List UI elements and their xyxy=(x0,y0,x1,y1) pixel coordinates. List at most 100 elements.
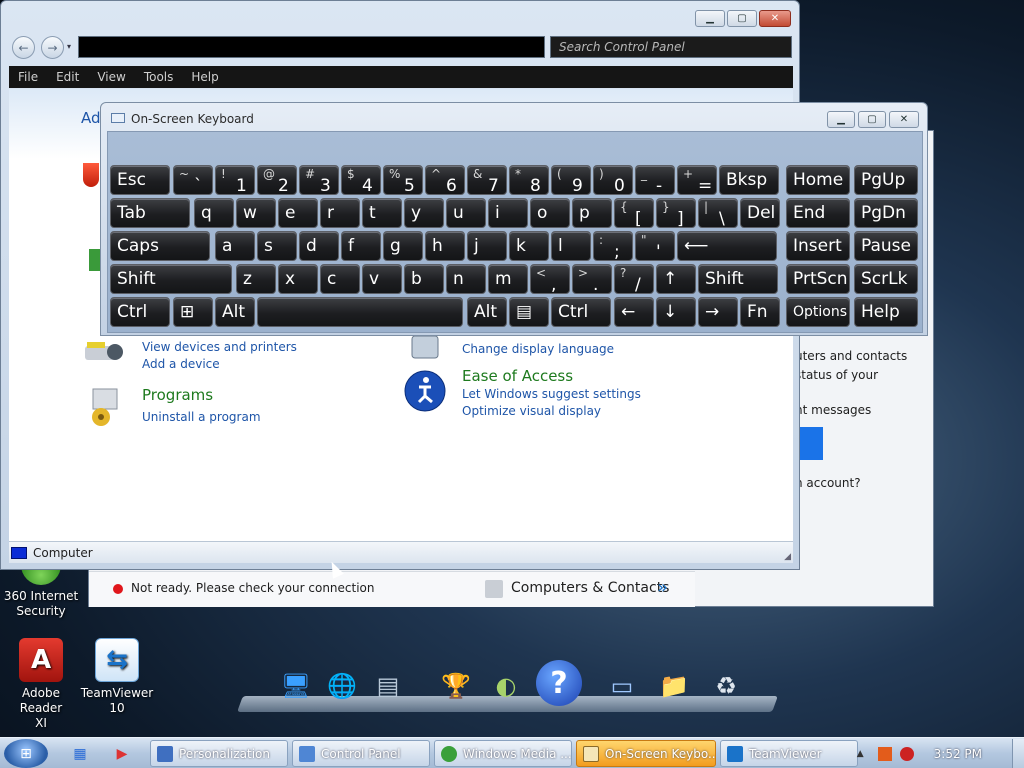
key-n[interactable]: n xyxy=(446,264,486,294)
task-personalization[interactable]: Personalization xyxy=(150,740,288,767)
key-←[interactable]: ← xyxy=(614,297,654,327)
menu-edit[interactable]: Edit xyxy=(47,70,88,84)
key-f[interactable]: f xyxy=(341,231,381,261)
key-b[interactable]: b xyxy=(404,264,444,294)
key-home[interactable]: Home xyxy=(786,165,850,195)
key-p[interactable]: p xyxy=(572,198,612,228)
key-pgdn[interactable]: PgDn xyxy=(854,198,918,228)
clock[interactable]: 3:52 PM xyxy=(934,747,982,761)
key-alt[interactable]: Alt xyxy=(467,297,507,327)
help-icon[interactable]: ? xyxy=(536,660,582,706)
ease-of-access-title[interactable]: Ease of Access xyxy=(462,367,573,385)
task-on-screen-keyboard[interactable]: On-Screen Keybo... xyxy=(576,740,716,767)
key-alt[interactable]: Alt xyxy=(215,297,255,327)
uninstall-program-link[interactable]: Uninstall a program xyxy=(142,410,261,424)
back-button[interactable]: ← xyxy=(12,36,35,59)
explorer-quick-icon[interactable]: ▦ xyxy=(70,744,90,764)
close-button[interactable]: ✕ xyxy=(759,10,791,27)
osk-minimize-button[interactable]: ▁ xyxy=(827,111,855,128)
key-→[interactable]: → xyxy=(698,297,738,327)
key-4[interactable]: $4 xyxy=(341,165,381,195)
key-q[interactable]: q xyxy=(194,198,234,228)
desktop-icon-adobe-reader[interactable]: A Adobe Reader XI xyxy=(0,638,82,731)
key-2[interactable]: @2 xyxy=(257,165,297,195)
key-\[interactable]: | \ xyxy=(698,198,738,228)
key-m[interactable]: m xyxy=(488,264,528,294)
key-h[interactable]: h xyxy=(425,231,465,261)
teamviewer-text[interactable]: n account? xyxy=(795,476,861,490)
osk-close-button[interactable]: ✕ xyxy=(889,111,919,128)
key-bksp[interactable]: Bksp xyxy=(719,165,779,195)
key-pause[interactable]: Pause xyxy=(854,231,918,261)
key-tab[interactable]: Tab xyxy=(110,198,190,228)
menu-file[interactable]: File xyxy=(9,70,47,84)
address-bar[interactable] xyxy=(78,36,545,58)
key-y[interactable]: y xyxy=(404,198,444,228)
key-`[interactable]: ~ ` xyxy=(173,165,213,195)
folder-icon[interactable]: 📁 xyxy=(654,666,694,706)
osk-maximize-button[interactable]: ▢ xyxy=(858,111,886,128)
forward-button[interactable]: → xyxy=(41,36,64,59)
desktop-icon-360[interactable]: 360 Internet Security xyxy=(0,565,82,619)
key-6[interactable]: ^ 6 xyxy=(425,165,465,195)
key-[[interactable]: {[ xyxy=(614,198,654,228)
key-.[interactable]: >. xyxy=(572,264,612,294)
key-prtscn[interactable]: PrtScn xyxy=(786,264,850,294)
key-⟵[interactable]: ⟵ xyxy=(677,231,777,261)
key-shift[interactable]: Shift xyxy=(110,264,232,294)
tray-app-icon[interactable] xyxy=(877,746,892,761)
key-e[interactable]: e xyxy=(278,198,318,228)
key-esc[interactable]: Esc xyxy=(110,165,170,195)
key-z[interactable]: z xyxy=(236,264,276,294)
key-k[interactable]: k xyxy=(509,231,549,261)
show-hidden-icons-chevron[interactable]: ▲ xyxy=(857,749,864,759)
task-control-panel[interactable]: Control Panel xyxy=(292,740,430,767)
media-player-quick-icon[interactable]: ▶ xyxy=(112,744,132,764)
menu-tools[interactable]: Tools xyxy=(135,70,183,84)
menu-view[interactable]: View xyxy=(88,70,134,84)
resize-grip-icon[interactable]: ◢ xyxy=(784,552,791,562)
show-desktop-button[interactable] xyxy=(1012,739,1024,768)
document-list-icon[interactable]: ▤ xyxy=(368,666,408,706)
key-w[interactable]: w xyxy=(236,198,276,228)
key-⊞[interactable]: ⊞ xyxy=(173,297,213,327)
key-u[interactable]: u xyxy=(446,198,486,228)
key-5[interactable]: % 5 xyxy=(383,165,423,195)
key-insert[interactable]: Insert xyxy=(786,231,850,261)
task-teamviewer[interactable]: TeamViewer xyxy=(720,740,858,767)
monitor-icon[interactable]: 🖥 xyxy=(276,666,316,706)
task-windows-media[interactable]: Windows Media ... xyxy=(434,740,572,767)
key-options[interactable]: Options xyxy=(786,297,850,327)
programs-title[interactable]: Programs xyxy=(142,386,213,404)
start-button[interactable]: ⊞ xyxy=(4,739,48,768)
key-r[interactable]: r xyxy=(320,198,360,228)
key-v[interactable]: v xyxy=(362,264,402,294)
key-,[interactable]: <, xyxy=(530,264,570,294)
key-↑[interactable]: ↑ xyxy=(656,264,696,294)
key-del[interactable]: Del xyxy=(740,198,780,228)
key-end[interactable]: End xyxy=(786,198,850,228)
key-;[interactable]: :; xyxy=(593,231,633,261)
key-a[interactable]: a xyxy=(215,231,255,261)
key-j[interactable]: j xyxy=(467,231,507,261)
recycle-bin-icon[interactable]: ♻ xyxy=(706,666,746,706)
key-fn[interactable]: Fn xyxy=(740,297,780,327)
key-i[interactable]: i xyxy=(488,198,528,228)
key-shift[interactable]: Shift xyxy=(698,264,778,294)
key-ctrl[interactable]: Ctrl xyxy=(551,297,611,327)
search-input[interactable]: Search Control Panel xyxy=(550,36,792,58)
contacts-chevron-icon[interactable]: » xyxy=(657,577,668,598)
menu-help[interactable]: Help xyxy=(182,70,227,84)
key-x[interactable]: x xyxy=(278,264,318,294)
media-disc-icon[interactable]: ◐ xyxy=(486,666,526,706)
key-g[interactable]: g xyxy=(383,231,423,261)
trophy-icon[interactable]: 🏆 xyxy=(436,666,476,706)
key-7[interactable]: & 7 xyxy=(467,165,507,195)
globe-network-icon[interactable]: 🌐 xyxy=(322,666,362,706)
key-pgup[interactable]: PgUp xyxy=(854,165,918,195)
key-/[interactable]: ? / xyxy=(614,264,654,294)
add-device-link[interactable]: Add a device xyxy=(142,357,220,371)
key-caps[interactable]: Caps xyxy=(110,231,210,261)
key-0[interactable]: ) 0 xyxy=(593,165,633,195)
key-c[interactable]: c xyxy=(320,264,360,294)
